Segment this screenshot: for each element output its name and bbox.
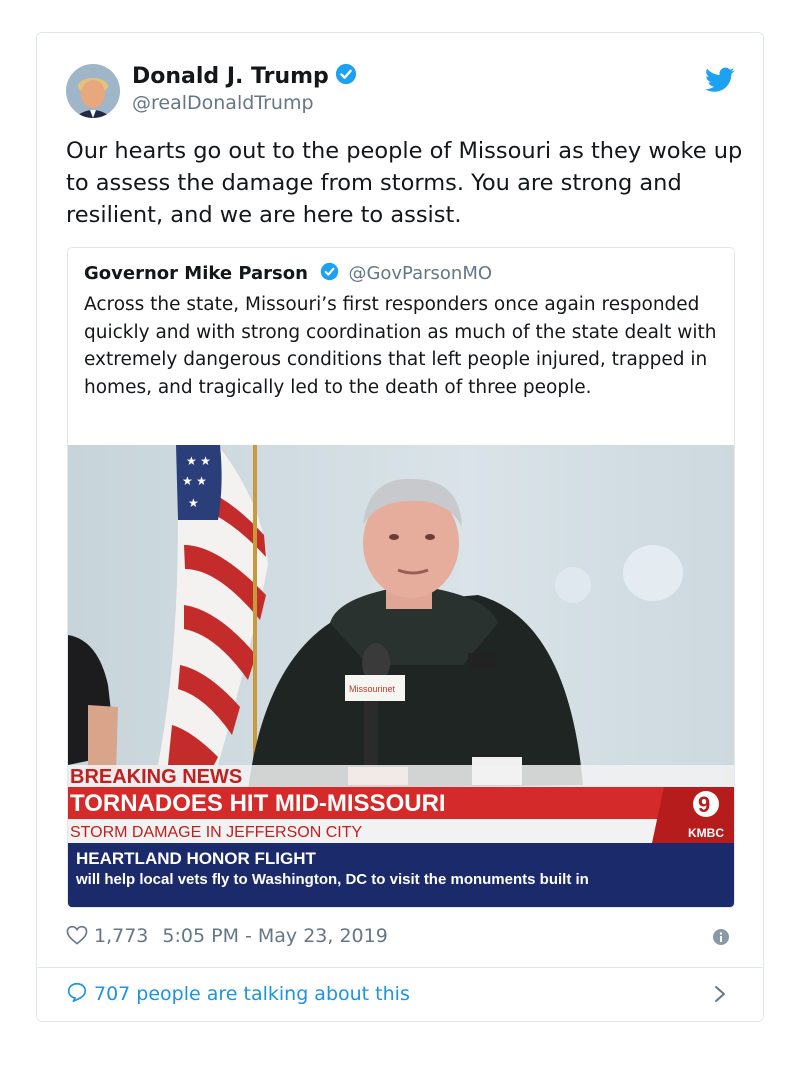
svg-text:★ ★: ★ ★: [186, 454, 211, 468]
headline-text: TORNADOES HIT MID-MISSOURI: [70, 790, 446, 817]
station-number: 9: [698, 792, 710, 817]
chevron-right-icon[interactable]: [713, 984, 727, 1004]
quoted-author-handle: @GovParsonMO: [348, 263, 493, 284]
svg-text:★: ★: [188, 496, 199, 510]
quoted-tweet[interactable]: Governor Mike Parson @GovParsonMO Across…: [67, 247, 735, 908]
author-name[interactable]: Donald J. Trump: [132, 63, 357, 89]
heart-icon[interactable]: [66, 925, 88, 945]
conversation-link[interactable]: 707 people are talking about this: [66, 981, 410, 1005]
info-icon[interactable]: [713, 929, 729, 945]
reply-bubble-icon: [67, 982, 87, 1002]
tweet-card: Donald J. Trump @realDonaldTrump Our hea…: [36, 32, 764, 1022]
quoted-tweet-text: Across the state, Missouri’s first respo…: [84, 294, 717, 398]
card-divider: [37, 967, 763, 968]
quoted-tweet-header: Governor Mike Parson @GovParsonMO: [84, 262, 492, 284]
breaking-news-label: BREAKING NEWS: [70, 766, 242, 788]
svg-text:★ ★: ★ ★: [182, 474, 207, 488]
mic-flag-label: Missourinet: [349, 684, 396, 694]
subhead-text: STORM DAMAGE IN JEFFERSON CITY: [70, 824, 363, 841]
quoted-author-name: Governor Mike Parson: [84, 263, 308, 284]
tweet-timestamp[interactable]: 5:05 PM - May 23, 2019: [162, 925, 387, 947]
station-logo: KMBC: [688, 826, 724, 840]
ticker-title: HEARTLAND HONOR FLIGHT: [76, 849, 316, 868]
twitter-bird-icon[interactable]: [705, 67, 735, 93]
verified-badge-icon: [335, 63, 356, 85]
author-avatar[interactable]: [66, 64, 120, 118]
like-count[interactable]: 1,773: [94, 925, 148, 947]
author-handle[interactable]: @realDonaldTrump: [132, 92, 314, 114]
tweet-meta: 1,773 5:05 PM - May 23, 2019: [66, 925, 388, 947]
conversation-count-text: 707 people are talking about this: [94, 983, 410, 1005]
ticker-text: will help local vets fly to Washington, …: [75, 871, 589, 888]
quoted-tweet-media[interactable]: ★ ★ ★ ★ ★ Missourinet BREAKING NEWS TORN…: [68, 445, 734, 907]
tweet-text: Our hearts go out to the people of Misso…: [66, 138, 743, 228]
verified-badge-icon: [320, 262, 338, 281]
